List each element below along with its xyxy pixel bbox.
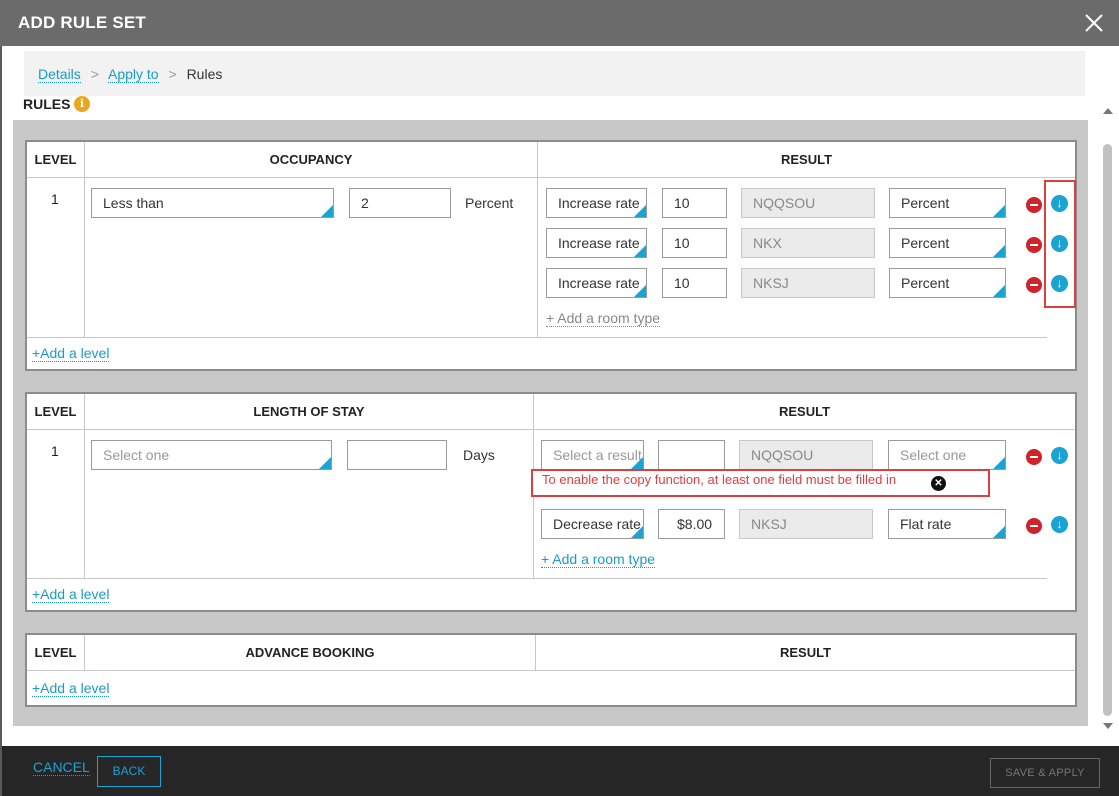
result-type-select[interactable]: Percent xyxy=(889,228,1006,258)
add-level-link[interactable]: +Add a level xyxy=(32,345,110,362)
copy-down-icon[interactable]: ↓ xyxy=(1051,516,1068,533)
result-header: RESULT xyxy=(536,635,1075,671)
stay-value-input[interactable] xyxy=(347,440,447,470)
stay-unit: Days xyxy=(463,447,495,463)
result-action-select[interactable]: Increase rate xyxy=(546,188,647,218)
remove-icon[interactable] xyxy=(1026,518,1042,534)
breadcrumb-apply-to[interactable]: Apply to xyxy=(108,66,159,83)
occupancy-operator-select[interactable]: Less than xyxy=(91,188,334,218)
result-amount-input[interactable]: 10 xyxy=(662,268,727,298)
cancel-link[interactable]: CANCEL xyxy=(33,759,90,776)
scroll-up-arrow-icon[interactable] xyxy=(1103,108,1113,114)
rules-area: LEVEL OCCUPANCY RESULT 1 Less than 2 Per… xyxy=(13,120,1088,726)
result-action-select[interactable]: Increase rate xyxy=(546,268,647,298)
length-of-stay-header: LENGTH OF STAY xyxy=(85,394,533,430)
scroll-thumb[interactable] xyxy=(1103,144,1112,716)
add-room-type-link[interactable]: + Add a room type xyxy=(546,310,661,327)
remove-icon[interactable] xyxy=(1026,277,1042,293)
breadcrumb-details[interactable]: Details xyxy=(38,66,81,83)
breadcrumb: Details > Apply to > Rules xyxy=(24,51,1085,96)
result-room-code: NQQSOU xyxy=(741,188,875,218)
result-type-select[interactable]: Flat rate xyxy=(888,509,1006,539)
level-header: LEVEL xyxy=(27,635,84,671)
scroll-down-arrow-icon[interactable] xyxy=(1103,723,1113,729)
level-number: 1 xyxy=(51,443,59,459)
result-type-select[interactable]: Select one xyxy=(888,440,1006,470)
dialog-title: ADD RULE SET xyxy=(18,13,147,32)
dialog-body: Details > Apply to > Rules RULES i LEVEL… xyxy=(2,46,1119,746)
occupancy-unit: Percent xyxy=(465,195,514,211)
vertical-scrollbar[interactable] xyxy=(1101,108,1115,738)
result-header: RESULT xyxy=(538,142,1075,178)
add-level-link[interactable]: +Add a level xyxy=(32,680,110,697)
close-icon[interactable] xyxy=(1083,12,1105,34)
level-number: 1 xyxy=(51,191,59,207)
remove-icon[interactable] xyxy=(1026,449,1042,465)
breadcrumb-separator: > xyxy=(90,66,99,82)
breadcrumb-current: Rules xyxy=(186,66,223,82)
occupancy-value-input[interactable]: 2 xyxy=(349,188,451,218)
info-icon[interactable]: i xyxy=(74,96,90,112)
result-type-select[interactable]: Percent xyxy=(889,268,1006,298)
result-amount-input[interactable]: 10 xyxy=(662,228,727,258)
result-amount-input[interactable]: $8.00 xyxy=(658,509,725,539)
result-amount-input[interactable] xyxy=(658,440,725,470)
back-button[interactable]: BACK xyxy=(97,756,161,787)
add-room-type-link[interactable]: + Add a room type xyxy=(541,551,656,568)
remove-icon[interactable] xyxy=(1026,197,1042,213)
length-of-stay-panel: LEVEL LENGTH OF STAY RESULT 1 Select one… xyxy=(25,392,1077,612)
copy-buttons-highlight xyxy=(1044,180,1076,308)
save-apply-button[interactable]: SAVE & APPLY xyxy=(990,758,1100,788)
result-action-select[interactable]: Increase rate xyxy=(546,228,647,258)
occupancy-header: OCCUPANCY xyxy=(85,142,537,178)
result-room-code: NKSJ xyxy=(741,268,875,298)
advance-booking-header: ADVANCE BOOKING xyxy=(85,635,535,671)
level-header: LEVEL xyxy=(27,394,84,430)
add-level-link[interactable]: +Add a level xyxy=(32,586,110,603)
result-room-code: NQQSOU xyxy=(739,440,873,470)
dialog-footer: CANCEL BACK SAVE & APPLY xyxy=(2,746,1119,796)
advance-booking-panel: LEVEL ADVANCE BOOKING RESULT +Add a leve… xyxy=(25,633,1077,707)
level-header: LEVEL xyxy=(27,142,84,178)
result-action-select[interactable]: Decrease rate xyxy=(541,509,644,539)
result-amount-input[interactable]: 10 xyxy=(662,188,727,218)
stay-operator-select[interactable]: Select one xyxy=(91,440,332,470)
close-error-icon[interactable]: ✕ xyxy=(931,476,946,491)
remove-icon[interactable] xyxy=(1026,237,1042,253)
result-action-select[interactable]: Select a result xyxy=(541,440,644,470)
result-header: RESULT xyxy=(534,394,1075,430)
copy-down-icon[interactable]: ↓ xyxy=(1051,447,1068,464)
rules-heading: RULES xyxy=(23,96,71,112)
breadcrumb-separator: > xyxy=(168,66,177,82)
title-bar: ADD RULE SET xyxy=(0,0,1119,46)
copy-error-text: To enable the copy function, at least on… xyxy=(542,472,897,487)
result-type-select[interactable]: Percent xyxy=(889,188,1006,218)
result-room-code: NKSJ xyxy=(739,509,873,539)
occupancy-panel: LEVEL OCCUPANCY RESULT 1 Less than 2 Per… xyxy=(25,140,1077,371)
copy-error-message: To enable the copy function, at least on… xyxy=(531,469,990,497)
result-room-code: NKX xyxy=(741,228,875,258)
